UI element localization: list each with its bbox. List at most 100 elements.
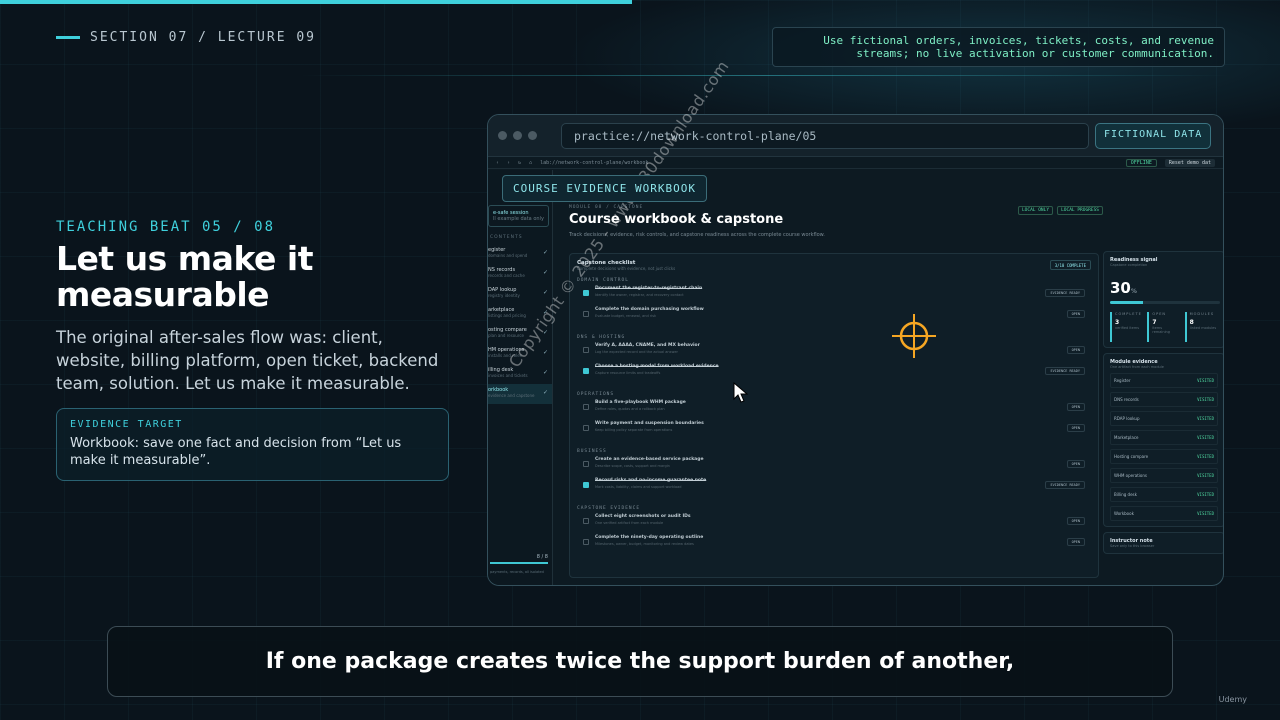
checkbox[interactable] xyxy=(583,539,589,545)
checklist-row-title: Verify A, AAAA, CNAME, and MX behavior xyxy=(595,343,700,348)
check-icon: ✓ xyxy=(542,389,548,396)
reset-demo-button[interactable]: Reset demo dat xyxy=(1164,158,1215,167)
module-evidence-row[interactable]: DNS records VISITED xyxy=(1110,392,1218,407)
checkbox[interactable] xyxy=(583,425,589,431)
url-bar[interactable]: practice://network-control-plane/05 xyxy=(561,122,1089,149)
checklist-row-title: Write payment and suspension boundaries xyxy=(595,421,704,426)
session-box[interactable]: e-safe session ll example data only xyxy=(488,205,549,227)
module-evidence-card: Module evidence One artifact from each m… xyxy=(1103,353,1223,527)
checklist-row-title: Complete the ninety-day operating outlin… xyxy=(595,535,704,540)
check-icon: ✓ xyxy=(542,269,548,276)
status-chips: LOCAL ONLY LOCAL PROGRESS xyxy=(1017,206,1103,215)
checkbox[interactable] xyxy=(583,404,589,410)
checkbox[interactable] xyxy=(583,368,589,374)
sidebar-item-workbook[interactable]: orkbook evidence and capstone ✓ xyxy=(488,384,552,404)
row-action-button[interactable]: OPEN xyxy=(1066,346,1085,354)
row-action-button[interactable]: EVIDENCE READY xyxy=(1045,367,1085,375)
row-action-button[interactable]: OPEN xyxy=(1066,517,1085,525)
window-minimize-dot[interactable] xyxy=(513,131,522,140)
checklist-row[interactable]: Choose a hosting model from workload evi… xyxy=(577,364,1091,385)
checklist-row[interactable]: Verify A, AAAA, CNAME, and MX behavior Lo… xyxy=(577,343,1091,364)
sidebar-item-dns[interactable]: NS records records and cache ✓ xyxy=(488,264,552,284)
forward-arrow-icon[interactable]: › xyxy=(507,160,510,166)
module-evidence-row[interactable]: Billing desk VISITED xyxy=(1110,487,1218,502)
fictional-data-badge: FICTIONAL DATA xyxy=(1095,122,1212,149)
checklist-row-sub: Milestones, owner, budget, monitoring an… xyxy=(595,542,694,546)
checklist-row[interactable]: Record risks and no-income guarantee not… xyxy=(577,478,1091,499)
browser-window: practice://network-control-plane/05 FICT… xyxy=(487,114,1224,586)
row-action-button[interactable]: OPEN xyxy=(1066,460,1085,468)
row-action-button[interactable]: EVIDENCE READY xyxy=(1045,289,1085,297)
checkbox[interactable] xyxy=(583,518,589,524)
instructor-sub: Save only to this browser xyxy=(1110,544,1155,548)
module-status: VISITED xyxy=(1197,454,1214,459)
sidebar-item-rdap[interactable]: DAP lookup registry identity ✓ xyxy=(488,284,552,304)
checklist-row[interactable]: Write payment and suspension boundaries K… xyxy=(577,421,1091,442)
checklist-row[interactable]: Document the register-to-registrant chai… xyxy=(577,286,1091,307)
back-arrow-icon[interactable]: ‹ xyxy=(496,160,499,166)
checklist-row-sub: Evaluate budget, renewal, and risk xyxy=(595,314,657,318)
readiness-score: 30% xyxy=(1110,279,1218,297)
checkbox[interactable] xyxy=(583,461,589,467)
checklist-group-label: DOMAIN CONTROL xyxy=(577,278,629,283)
checkbox[interactable] xyxy=(583,290,589,296)
checklist-row[interactable]: Collect eight screenshots or audit IDs On… xyxy=(577,514,1091,535)
stat-value: 3 xyxy=(1115,319,1120,326)
section-dash xyxy=(56,36,80,39)
row-action-button[interactable]: OPEN xyxy=(1066,424,1085,432)
stat-key: MODULES xyxy=(1189,312,1215,316)
sidebar-item-sub: invoices and tickets xyxy=(488,373,528,378)
video-progress-bar xyxy=(0,0,632,4)
stat-complete: COMPLETE 3 verified items xyxy=(1110,312,1143,342)
checklist-row-title: Collect eight screenshots or audit IDs xyxy=(595,514,691,519)
checklist-row[interactable]: Build a five-playbook WHM package Define … xyxy=(577,400,1091,421)
module-evidence-row[interactable]: Hosting compare VISITED xyxy=(1110,449,1218,464)
module-evidence-row[interactable]: Marketplace VISITED xyxy=(1110,430,1218,445)
checklist-group-label: CAPSTONE EVIDENCE xyxy=(577,506,641,511)
reload-icon[interactable]: ↻ xyxy=(518,160,521,166)
check-icon: ✓ xyxy=(542,289,548,296)
browser-toolbar: practice://network-control-plane/05 FICT… xyxy=(488,115,1223,157)
row-action-button[interactable]: OPEN xyxy=(1066,538,1085,546)
offline-chip: OFFLINE xyxy=(1125,158,1157,167)
checklist-row-sub: Mark costs, liability, claims and suppor… xyxy=(595,485,682,489)
checkbox[interactable] xyxy=(583,482,589,488)
checklist-row[interactable]: Complete the ninety-day operating outlin… xyxy=(577,535,1091,556)
crosshair-icon xyxy=(892,314,936,358)
checklist-row[interactable]: Complete the domain purchasing workflow E… xyxy=(577,307,1091,328)
module-evidence-row[interactable]: RDAP lookup VISITED xyxy=(1110,411,1218,426)
instructor-note-card: Instructor note Save only to this browse… xyxy=(1103,532,1223,554)
window-maximize-dot[interactable] xyxy=(528,131,537,140)
check-icon: ✓ xyxy=(542,349,548,356)
stat-sub: verified items xyxy=(1115,326,1140,330)
slide-headline: Let us make it measurable xyxy=(56,239,313,314)
checkbox[interactable] xyxy=(583,347,589,353)
stat-value: 7 xyxy=(1152,319,1157,326)
checklist-row-title: Record risks and no-income guarantee not… xyxy=(595,478,707,483)
checklist-row-title: Create an evidence-based service package xyxy=(595,457,704,462)
row-action-button[interactable]: OPEN xyxy=(1066,310,1085,318)
readiness-meter xyxy=(1110,301,1220,304)
module-status: VISITED xyxy=(1197,435,1214,440)
evidence-text: Workbook: save one fact and decision fro… xyxy=(70,436,402,468)
evidence-label: EVIDENCE TARGET xyxy=(70,419,183,430)
checklist-row-sub: Define roles, quotas and a rollback plan xyxy=(595,407,665,411)
row-action-button[interactable]: OPEN xyxy=(1066,403,1085,411)
module-status: VISITED xyxy=(1197,397,1214,402)
sidebar-item-register[interactable]: egister domains and spend ✓ xyxy=(488,244,552,264)
checklist-group-label: DNS & HOSTING xyxy=(577,335,626,340)
module-evidence-row[interactable]: WHM operations VISITED xyxy=(1110,468,1218,483)
score-unit: % xyxy=(1130,288,1137,295)
checklist-groups: DOMAIN CONTROL Document the register-to-r… xyxy=(577,278,1091,556)
module-evidence-row[interactable]: Workbook VISITED xyxy=(1110,506,1218,521)
readiness-stats: COMPLETE 3 verified items OPEN 7 items r… xyxy=(1110,312,1218,342)
row-action-button[interactable]: EVIDENCE READY xyxy=(1045,481,1085,489)
checklist-header: Capstone checklist Complete decisions wi… xyxy=(577,260,1091,271)
checklist-row[interactable]: Create an evidence-based service package… xyxy=(577,457,1091,478)
checklist-row-sub: Identify the owner, registrar, and recov… xyxy=(595,293,684,297)
stat-sub: items remaining xyxy=(1152,326,1171,334)
checkbox[interactable] xyxy=(583,311,589,317)
window-close-dot[interactable] xyxy=(498,131,507,140)
teaching-beat: TEACHING BEAT 05 / 08 xyxy=(56,219,276,235)
module-evidence-row[interactable]: Register VISITED xyxy=(1110,373,1218,388)
